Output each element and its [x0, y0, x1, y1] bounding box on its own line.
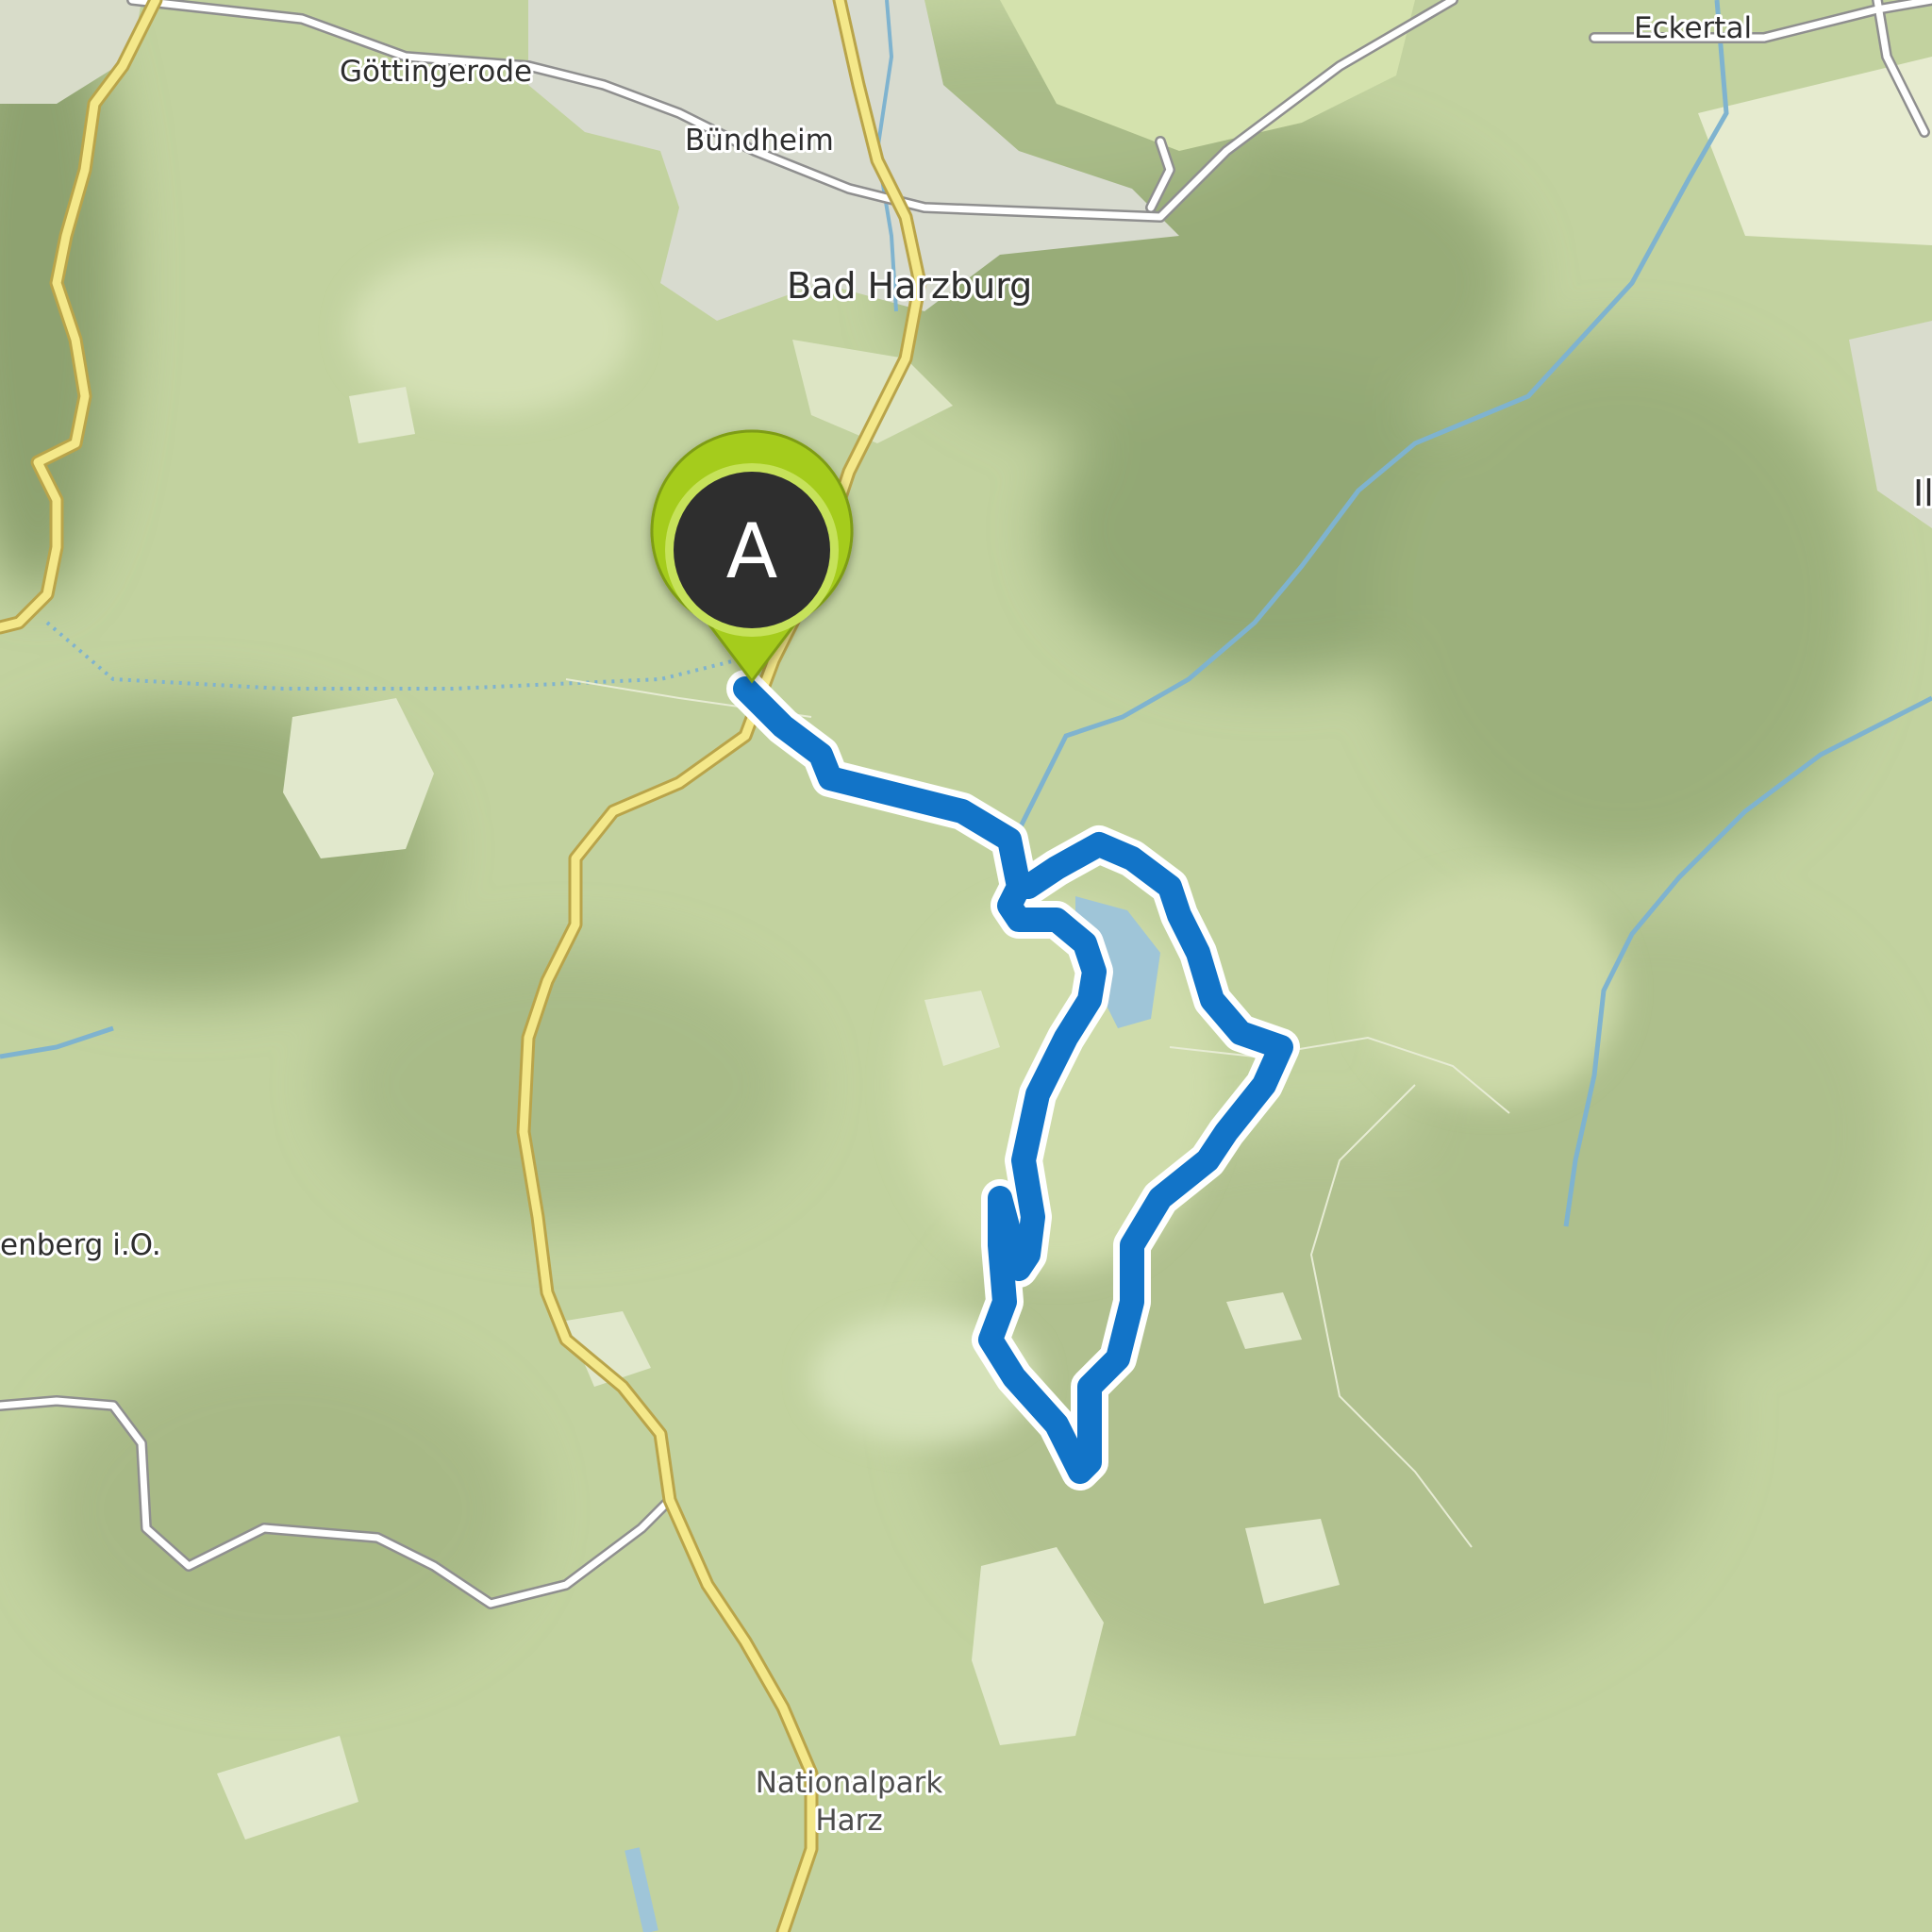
label-bundheim: Bündheim — [685, 124, 834, 158]
map-canvas: Göttingerode Bündheim Bad Harzburg Ecker… — [0, 0, 1932, 1932]
marker-label: A — [726, 508, 778, 595]
map-view[interactable]: Göttingerode Bündheim Bad Harzburg Ecker… — [0, 0, 1932, 1932]
label-eckertal: Eckertal — [1634, 11, 1752, 45]
label-nationalpark: Nationalpark — [756, 1766, 943, 1800]
label-bad-harzburg: Bad Harzburg — [787, 265, 1032, 307]
label-gottingerode: Göttingerode — [340, 55, 532, 89]
label-nationalpark-harz: Harz — [815, 1804, 882, 1838]
label-enberg: enberg i.O. — [0, 1228, 161, 1262]
label-ilse: Ilse — [1913, 473, 1932, 514]
